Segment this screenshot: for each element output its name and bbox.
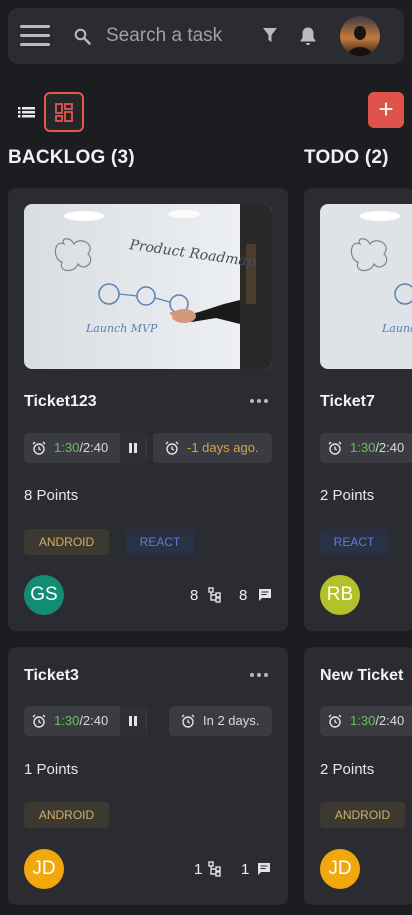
subtask-count: 1 xyxy=(194,861,221,878)
assignee-avatar[interactable]: GS xyxy=(24,575,64,615)
assignee-avatar[interactable]: RB xyxy=(320,575,360,615)
assignee-avatar[interactable]: JD xyxy=(24,849,64,889)
column-title-backlog: BACKLOG (3) xyxy=(8,147,135,168)
card-cover-image: Product Roadmap Launch MVP xyxy=(320,204,412,369)
due-date-badge: -1 days ago. xyxy=(153,433,272,463)
time-tracker: 1:30/2:40 xyxy=(320,433,412,463)
story-points: 1 Points xyxy=(24,761,79,778)
time-tracker: 1:30/2:40 xyxy=(320,706,412,736)
time-total: /2:40 xyxy=(79,713,109,728)
card-title: New Ticket xyxy=(320,667,404,684)
comment-count: 1 xyxy=(241,861,270,878)
tag-android[interactable]: ANDROID xyxy=(320,802,405,828)
alarm-clock-icon xyxy=(181,714,195,728)
alarm-clock-icon xyxy=(328,441,342,455)
time-total: /2:40 xyxy=(375,713,405,728)
tag-react[interactable]: REACT xyxy=(125,529,195,555)
svg-text:Launch MVP: Launch MVP xyxy=(381,322,412,335)
assignee-avatar[interactable]: JD xyxy=(320,849,360,889)
time-tracker: 1:30/2:40 xyxy=(24,433,147,463)
task-card[interactable]: Ticket3 1:30/2:40 In 2 days. 1 Points AN… xyxy=(8,647,288,905)
task-card[interactable]: New Ticket 1:30/2:40 2 Points ANDROID JD xyxy=(304,647,412,905)
card-cover-image: Product Roadmap Launch MVP xyxy=(24,204,272,369)
search-input[interactable] xyxy=(106,20,256,52)
time-total: /2:40 xyxy=(375,440,405,455)
card-title: Ticket3 xyxy=(24,667,79,684)
comment-icon xyxy=(258,863,270,875)
comment-icon xyxy=(259,589,271,601)
pause-icon[interactable] xyxy=(120,706,146,736)
board-icon xyxy=(55,103,73,122)
alarm-clock-icon xyxy=(32,714,46,728)
time-tracker: 1:30/2:40 xyxy=(24,706,147,736)
time-spent: 1:30 xyxy=(350,440,376,455)
filter-icon[interactable] xyxy=(262,27,278,43)
pause-icon[interactable] xyxy=(120,433,146,463)
tag-android[interactable]: ANDROID xyxy=(24,802,109,828)
board-view-button[interactable] xyxy=(44,92,84,132)
more-options-icon[interactable] xyxy=(250,394,272,408)
add-task-button[interactable]: + xyxy=(368,92,404,128)
due-date-text: In 2 days. xyxy=(203,713,260,728)
task-card[interactable]: Product Roadmap Launch MVP Ticket123 1:3… xyxy=(8,188,288,631)
alarm-clock-icon xyxy=(328,714,342,728)
comment-count: 8 xyxy=(239,587,271,604)
time-total: /2:40 xyxy=(79,440,109,455)
menu-icon[interactable] xyxy=(20,25,50,47)
top-bar xyxy=(8,8,404,64)
tag-react[interactable]: REACT xyxy=(320,529,388,555)
card-title: Ticket123 xyxy=(24,393,97,410)
story-points: 8 Points xyxy=(24,487,79,504)
alarm-clock-icon xyxy=(32,441,46,455)
tag-android[interactable]: ANDROID xyxy=(24,529,109,555)
task-card[interactable]: Product Roadmap Launch MVP Ticket7 1:30/… xyxy=(304,188,412,631)
time-spent: 1:30 xyxy=(54,713,80,728)
svg-text:Launch MVP: Launch MVP xyxy=(85,322,158,335)
subtask-count: 8 xyxy=(190,587,221,604)
due-date-badge: In 2 days. xyxy=(169,706,272,736)
search-icon xyxy=(74,28,91,45)
list-view-icon[interactable] xyxy=(14,100,40,124)
due-date-text: -1 days ago. xyxy=(187,440,259,455)
profile-avatar[interactable] xyxy=(340,16,380,56)
column-title-todo: TODO (2) xyxy=(304,147,389,168)
subtask-tree-icon xyxy=(208,587,221,603)
bell-icon[interactable] xyxy=(299,26,317,46)
alarm-clock-icon xyxy=(165,441,179,455)
subtask-tree-icon xyxy=(208,861,221,877)
story-points: 2 Points xyxy=(320,487,375,504)
more-options-icon[interactable] xyxy=(250,668,272,682)
story-points: 2 Points xyxy=(320,761,375,778)
time-spent: 1:30 xyxy=(350,713,376,728)
time-spent: 1:30 xyxy=(54,440,80,455)
card-title: Ticket7 xyxy=(320,393,375,410)
